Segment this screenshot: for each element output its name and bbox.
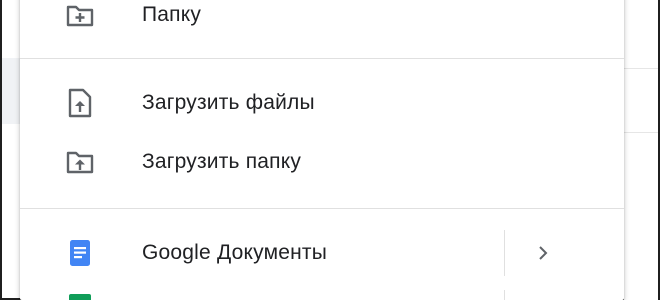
folder-upload-icon <box>66 148 94 176</box>
chevron-right-icon[interactable] <box>532 242 554 264</box>
menu-item-google-sheets[interactable] <box>20 292 624 300</box>
menu-item-upload-folder[interactable]: Загрузить папку <box>20 139 624 185</box>
menu-item-label: Google Документы <box>142 241 328 264</box>
menu-item-new-folder[interactable]: Папку <box>20 0 624 38</box>
file-upload-icon <box>66 88 94 118</box>
background-divider <box>624 68 658 69</box>
background-right <box>624 0 658 300</box>
menu-item-label: Загрузить файлы <box>142 91 315 114</box>
menu-item-upload-files[interactable]: Загрузить файлы <box>20 80 624 126</box>
menu-item-google-docs[interactable]: Google Документы <box>20 230 624 276</box>
background-divider <box>624 132 658 133</box>
background-panel <box>2 58 20 124</box>
submenu-divider <box>504 230 505 276</box>
menu-item-label: Папку <box>142 3 202 26</box>
menu-item-label: Загрузить папку <box>142 150 302 173</box>
google-docs-icon <box>66 239 94 267</box>
menu-divider <box>20 58 624 59</box>
google-sheets-icon <box>69 294 91 300</box>
submenu-divider <box>504 290 505 300</box>
menu-divider <box>20 208 624 209</box>
folder-plus-icon <box>66 1 94 29</box>
new-item-menu: Папку Загрузить файлы Загрузить папку Go… <box>20 0 624 300</box>
